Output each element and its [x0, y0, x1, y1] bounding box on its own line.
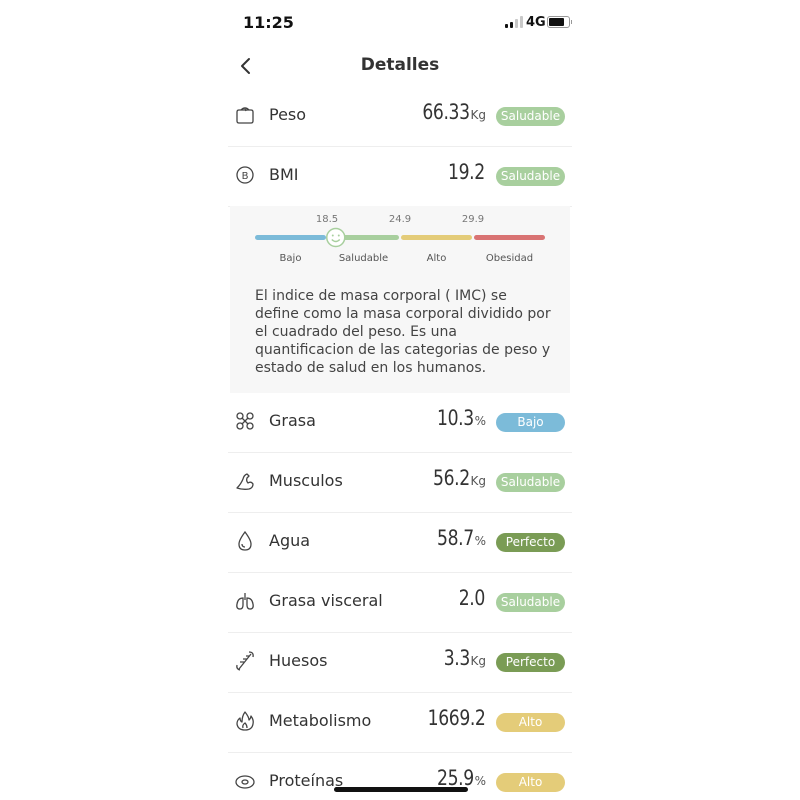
metric-unit: % — [474, 534, 486, 548]
protein-icon — [235, 775, 255, 789]
status-badge: Saludable — [496, 473, 565, 492]
metric-label: BMI — [269, 165, 299, 184]
page-title: Detalles — [360, 55, 440, 75]
metric-label: Proteínas — [269, 771, 344, 790]
home-indicator — [334, 787, 468, 792]
bmi-icon: B — [236, 166, 254, 184]
bmi-threshold-label: 29.9 — [462, 214, 484, 225]
bmi-category-label: Obesidad — [486, 253, 533, 264]
metric-row-agua[interactable]: Agua 58.7% Perfecto — [228, 512, 572, 573]
signal-icon — [505, 16, 523, 28]
flame-icon — [236, 711, 254, 731]
metric-row-huesos[interactable]: Huesos 3.3Kg Perfecto — [228, 632, 572, 693]
battery-icon — [547, 16, 572, 28]
status-badge: Perfecto — [496, 653, 565, 672]
bmi-segment-alto — [401, 235, 472, 240]
metric-label: Huesos — [269, 651, 328, 670]
scale-icon — [236, 107, 254, 124]
status-badge: Saludable — [496, 167, 565, 186]
metric-row-metabolismo[interactable]: Metabolismo 1669.2 Alto — [228, 692, 572, 753]
metric-unit: % — [474, 774, 486, 788]
metric-unit: Kg — [470, 654, 487, 668]
fat-icon — [236, 412, 254, 430]
status-badge: Bajo — [496, 413, 565, 432]
metric-unit: Kg — [470, 474, 487, 488]
bmi-description: El indice de masa corporal ( IMC) se def… — [255, 288, 551, 376]
metric-value: 2.0 — [458, 586, 486, 610]
bmi-segment-bajo — [255, 235, 326, 240]
metric-value: 58.7 — [436, 526, 474, 550]
bone-icon — [236, 651, 254, 671]
bmi-threshold-label: 18.5 — [316, 214, 338, 225]
metric-unit: Kg — [470, 108, 487, 122]
metric-label: Agua — [269, 531, 311, 550]
metric-row-peso[interactable]: Peso 66.33Kg Saludable — [228, 86, 572, 147]
bmi-marker-smiley-icon — [326, 227, 346, 248]
metric-value: 56.2 — [432, 466, 470, 490]
metric-label: Metabolismo — [269, 711, 372, 730]
bmi-info-panel: Bajo Saludable Alto Obesidad 18.5 24.9 29.9 El… — [230, 206, 570, 393]
lungs-icon — [236, 593, 254, 610]
metric-value: 66.33 — [422, 100, 470, 124]
metric-value: 10.3 — [436, 406, 474, 430]
bmi-scale: Bajo Saludable Alto Obesidad 18.5 24.9 29.9 — [255, 214, 545, 264]
bmi-segment-obesidad — [474, 235, 545, 240]
metric-label: Grasa visceral — [269, 591, 383, 610]
network-label: 4G — [526, 15, 546, 30]
phone-screen: 11:25 4G Detalles Peso 66.33Kg Saludable… — [228, 0, 572, 800]
water-drop-icon — [238, 530, 252, 551]
metric-row-musculos[interactable]: Musculos 56.2Kg Saludable — [228, 452, 572, 513]
metric-value: 1669.2 — [427, 706, 485, 730]
status-badge: Saludable — [496, 107, 565, 126]
metric-value: 19.2 — [448, 160, 485, 184]
status-badge: Alto — [496, 773, 565, 792]
metric-label: Grasa — [269, 411, 316, 430]
status-badge: Alto — [496, 713, 565, 732]
metric-row-grasa[interactable]: Grasa 10.3% Bajo — [228, 392, 572, 453]
muscle-arm-icon — [236, 473, 254, 490]
status-badge: Perfecto — [496, 533, 565, 552]
bmi-category-label: Bajo — [280, 253, 302, 264]
metric-row-proteinas[interactable]: Proteínas 25.9% Alto — [228, 752, 572, 800]
bmi-category-label: Saludable — [339, 253, 388, 264]
status-time: 11:25 — [243, 13, 294, 32]
metric-value: 3.3 — [443, 646, 470, 670]
metric-row-bmi[interactable]: B BMI 19.2 Saludable — [228, 146, 572, 207]
metric-row-grasa-visceral[interactable]: Grasa visceral 2.0 Saludable — [228, 572, 572, 633]
bmi-category-label: Alto — [427, 253, 447, 264]
metric-unit: % — [474, 414, 486, 428]
bmi-threshold-label: 24.9 — [389, 214, 411, 225]
svg-text:B: B — [242, 171, 249, 182]
status-badge: Saludable — [496, 593, 565, 612]
metric-label: Musculos — [269, 471, 343, 490]
metric-label: Peso — [269, 105, 307, 124]
